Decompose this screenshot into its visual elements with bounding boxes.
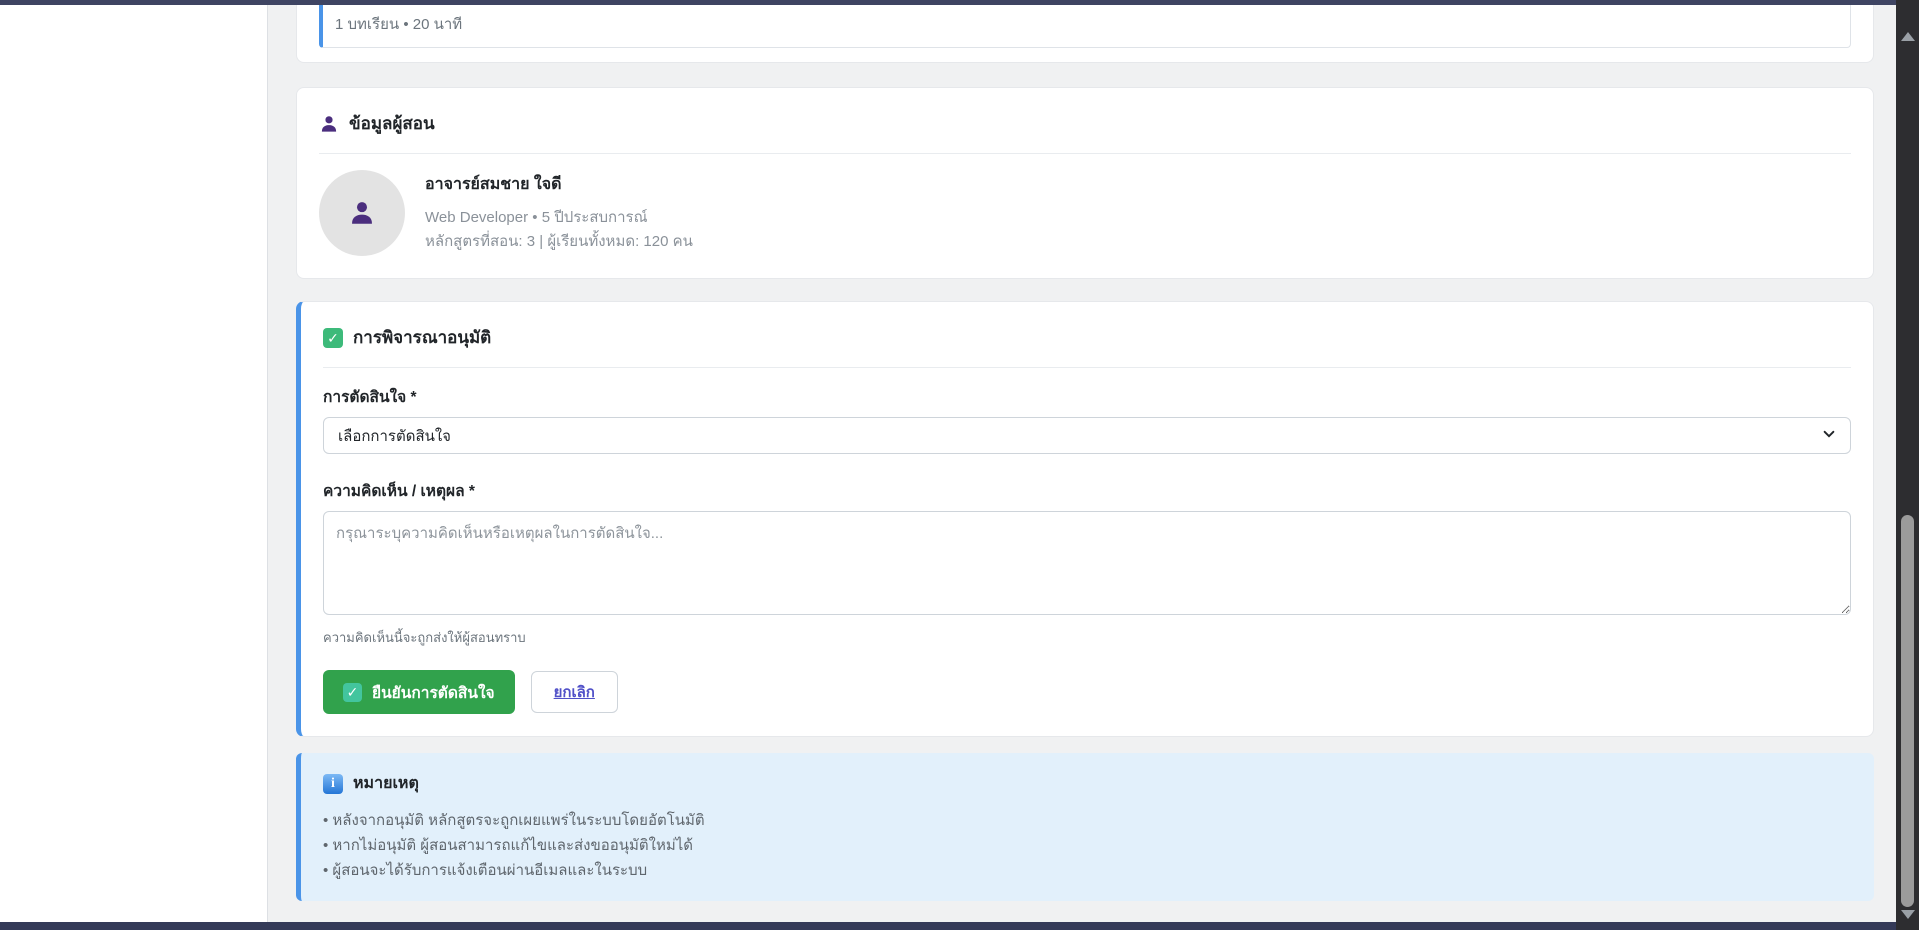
lesson-item: 1 บทเรียน • 20 นาที <box>319 5 1851 48</box>
decision-label: การตัดสินใจ * <box>323 384 1851 409</box>
instructor-profile: อาจารย์สมชาย ใจดี Web Developer • 5 ปีปร… <box>319 170 1851 256</box>
instructor-card: ข้อมูลผู้สอน อาจารย์สมชาย ใจดี Web Devel… <box>296 87 1874 279</box>
approval-card: ✓ การพิจารณาอนุมัติ การตัดสินใจ * เลือกก… <box>296 301 1874 737</box>
scrollbar-thumb[interactable] <box>1901 515 1914 907</box>
divider <box>323 367 1851 368</box>
lesson-summary: 1 บทเรียน • 20 นาที <box>335 16 462 33</box>
info-icon: i <box>323 774 343 794</box>
note-card-header: i หมายเหตุ <box>323 771 1852 796</box>
decision-select-value: เลือกการตัดสินใจ <box>338 424 451 448</box>
lessons-card: 1 บทเรียน • 20 นาที <box>296 5 1874 63</box>
chevron-down-icon <box>1822 427 1836 445</box>
comment-help-text: ความคิดเห็นนี้จะถูกส่งให้ผู้สอนทราบ <box>323 627 1851 648</box>
comment-textarea[interactable] <box>323 511 1851 615</box>
instructor-card-title: ข้อมูลผู้สอน <box>349 110 435 137</box>
comment-label: ความคิดเห็น / เหตุผล * <box>323 478 1851 503</box>
bottom-footer-edge <box>0 922 1896 930</box>
approval-actions: ✓ ยืนยันการตัดสินใจ ยกเลิก <box>323 670 1851 714</box>
main-content-area: 1 บทเรียน • 20 นาที ข้อมูลผู้สอน อาจารย์… <box>268 5 1896 922</box>
left-sidebar <box>0 5 268 922</box>
scroll-up-arrow-icon[interactable] <box>1896 26 1919 46</box>
scroll-down-arrow-icon[interactable] <box>1896 904 1919 924</box>
note-bullet: • หลังจากอนุมัติ หลักสูตรจะถูกเผยแพร่ในร… <box>323 808 1852 833</box>
divider <box>319 153 1851 154</box>
note-bullet: • ผู้สอนจะได้รับการแจ้งเตือนผ่านอีเมลและ… <box>323 858 1852 883</box>
person-icon <box>319 114 339 134</box>
approval-card-title: การพิจารณาอนุมัติ <box>353 324 491 351</box>
instructor-details: อาจารย์สมชาย ใจดี Web Developer • 5 ปีปร… <box>425 172 693 254</box>
instructor-name: อาจารย์สมชาย ใจดี <box>425 172 693 197</box>
confirm-decision-label: ยืนยันการตัดสินใจ <box>372 680 495 705</box>
note-card-title: หมายเหตุ <box>353 771 419 796</box>
check-box-icon: ✓ <box>323 328 343 348</box>
note-bullet: • หากไม่อนุมัติ ผู้สอนสามารถแก้ไขและส่งข… <box>323 833 1852 858</box>
vertical-scrollbar[interactable] <box>1896 0 1919 930</box>
note-card: i หมายเหตุ • หลังจากอนุมัติ หลักสูตรจะถู… <box>296 753 1874 901</box>
instructor-role: Web Developer • 5 ปีประสบการณ์ <box>425 206 693 230</box>
content-column: 1 บทเรียน • 20 นาที ข้อมูลผู้สอน อาจารย์… <box>296 5 1874 901</box>
confirm-decision-button[interactable]: ✓ ยืนยันการตัดสินใจ <box>323 670 515 714</box>
decision-select[interactable]: เลือกการตัดสินใจ <box>323 417 1851 454</box>
instructor-card-header: ข้อมูลผู้สอน <box>319 110 1851 137</box>
avatar <box>319 170 405 256</box>
approval-card-header: ✓ การพิจารณาอนุมัติ <box>323 324 1851 351</box>
person-icon <box>348 199 376 227</box>
check-box-icon: ✓ <box>343 683 362 702</box>
instructor-stats: หลักสูตรที่สอน: 3 | ผู้เรียนทั้งหมด: 120… <box>425 230 693 254</box>
cancel-button[interactable]: ยกเลิก <box>531 671 618 713</box>
